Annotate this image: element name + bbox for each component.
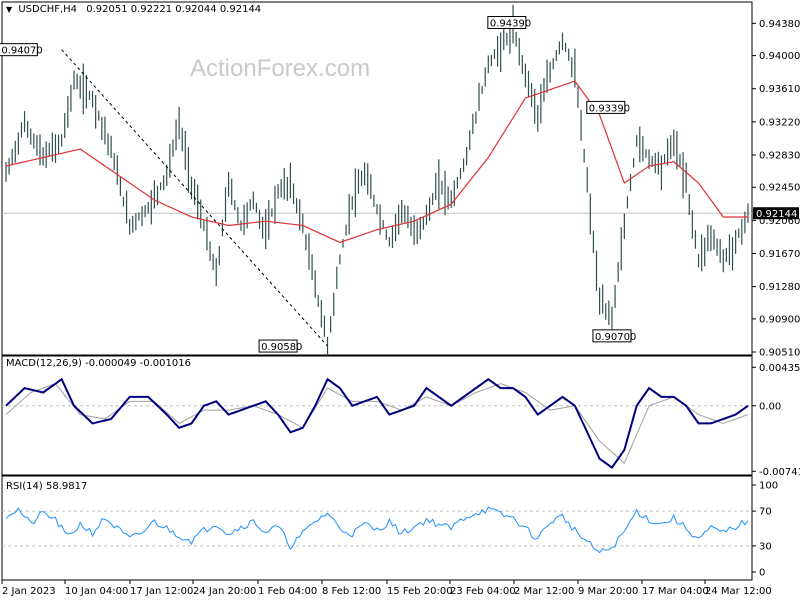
x-tick-label: 17 Mar 04:00 bbox=[642, 586, 709, 597]
annotation-label: 0.94070 bbox=[1, 46, 42, 57]
x-tick-label: 10 Jan 04:00 bbox=[65, 586, 128, 597]
macd-signal-line bbox=[5, 383, 749, 465]
macd-line bbox=[5, 377, 749, 469]
y-tick-label: 0.90900 bbox=[759, 314, 800, 325]
x-tick-label: 1 Feb 04:00 bbox=[258, 586, 317, 597]
y-tick-label: 0.90510 bbox=[759, 348, 800, 359]
watermark: ActionForex.com bbox=[190, 55, 371, 82]
rsi-tick-label: 30 bbox=[759, 541, 772, 552]
x-tick-label: 24 Jan 20:00 bbox=[193, 586, 256, 597]
rsi-title: RSI(14) 58.9817 bbox=[6, 481, 88, 492]
ohlc-values: 0.92051 0.92221 0.92044 0.92144 bbox=[86, 4, 262, 15]
panel-frame bbox=[1, 1, 753, 356]
rsi-tick-label: 0 bbox=[759, 568, 765, 579]
chart-svg: 0.94380 0.94000 0.93610 0.93220 0.92830 0.924… bbox=[0, 1, 800, 597]
y-tick-label: 0.91280 bbox=[759, 282, 800, 293]
chart-header: ▼ USDCHF,H4 0.92051 0.92221 0.92044 0.92… bbox=[6, 4, 261, 15]
y-tick-label: 0.94000 bbox=[759, 51, 800, 62]
x-tick-label: 24 Mar 12:00 bbox=[705, 586, 772, 597]
x-tick-label: 8 Feb 12:00 bbox=[322, 586, 381, 597]
macd-title: MACD(12,26,9) -0.000049 -0.001016 bbox=[6, 358, 191, 369]
y-tick-label: 0.93610 bbox=[759, 84, 800, 95]
x-tick-label: 17 Jan 12:00 bbox=[130, 586, 193, 597]
symbol-label: USDCHF,H4 bbox=[18, 4, 78, 15]
rsi-tick-label: 100 bbox=[759, 481, 778, 492]
macd-tick-label: 0.004354 bbox=[759, 363, 800, 374]
chart-root: 0.94380 0.94000 0.93610 0.93220 0.92830 0.924… bbox=[0, 0, 800, 600]
macd-tick-label: -0.007417 bbox=[759, 467, 800, 478]
triangle-down-icon[interactable]: ▼ bbox=[6, 5, 12, 14]
annotation: 0.94070 bbox=[0, 43, 43, 57]
current-price-label: 0.92144 bbox=[756, 209, 797, 220]
annotation-label: 0.93390 bbox=[589, 103, 630, 114]
x-tick-label: 9 Mar 20:00 bbox=[578, 586, 638, 597]
x-tick-label: 2 Jan 2023 bbox=[2, 586, 56, 597]
y-tick-label: 0.94380 bbox=[759, 19, 800, 30]
y-tick-label: 0.92450 bbox=[759, 183, 800, 194]
x-tick-label: 15 Feb 20:00 bbox=[387, 586, 453, 597]
rsi-tick-label: 70 bbox=[759, 507, 772, 518]
annotation: 0.93390 bbox=[586, 100, 630, 114]
annotation: 0.90580 bbox=[258, 339, 302, 353]
macd-tick-label: 0.00 bbox=[759, 401, 781, 412]
y-tick-label: 0.92830 bbox=[759, 150, 800, 161]
x-tick-label: 2 Mar 12:00 bbox=[514, 586, 574, 597]
y-tick-label: 0.93220 bbox=[759, 117, 800, 128]
x-tick-label: 23 Feb 04:00 bbox=[450, 586, 516, 597]
annotation-label: 0.90580 bbox=[261, 342, 302, 353]
y-tick-label: 0.91670 bbox=[759, 249, 800, 260]
annotation-label: 0.90700 bbox=[595, 332, 636, 343]
annotation: 0.94390 bbox=[487, 15, 531, 29]
annotation: 0.90700 bbox=[592, 329, 636, 343]
annotation-label: 0.94390 bbox=[490, 18, 531, 29]
